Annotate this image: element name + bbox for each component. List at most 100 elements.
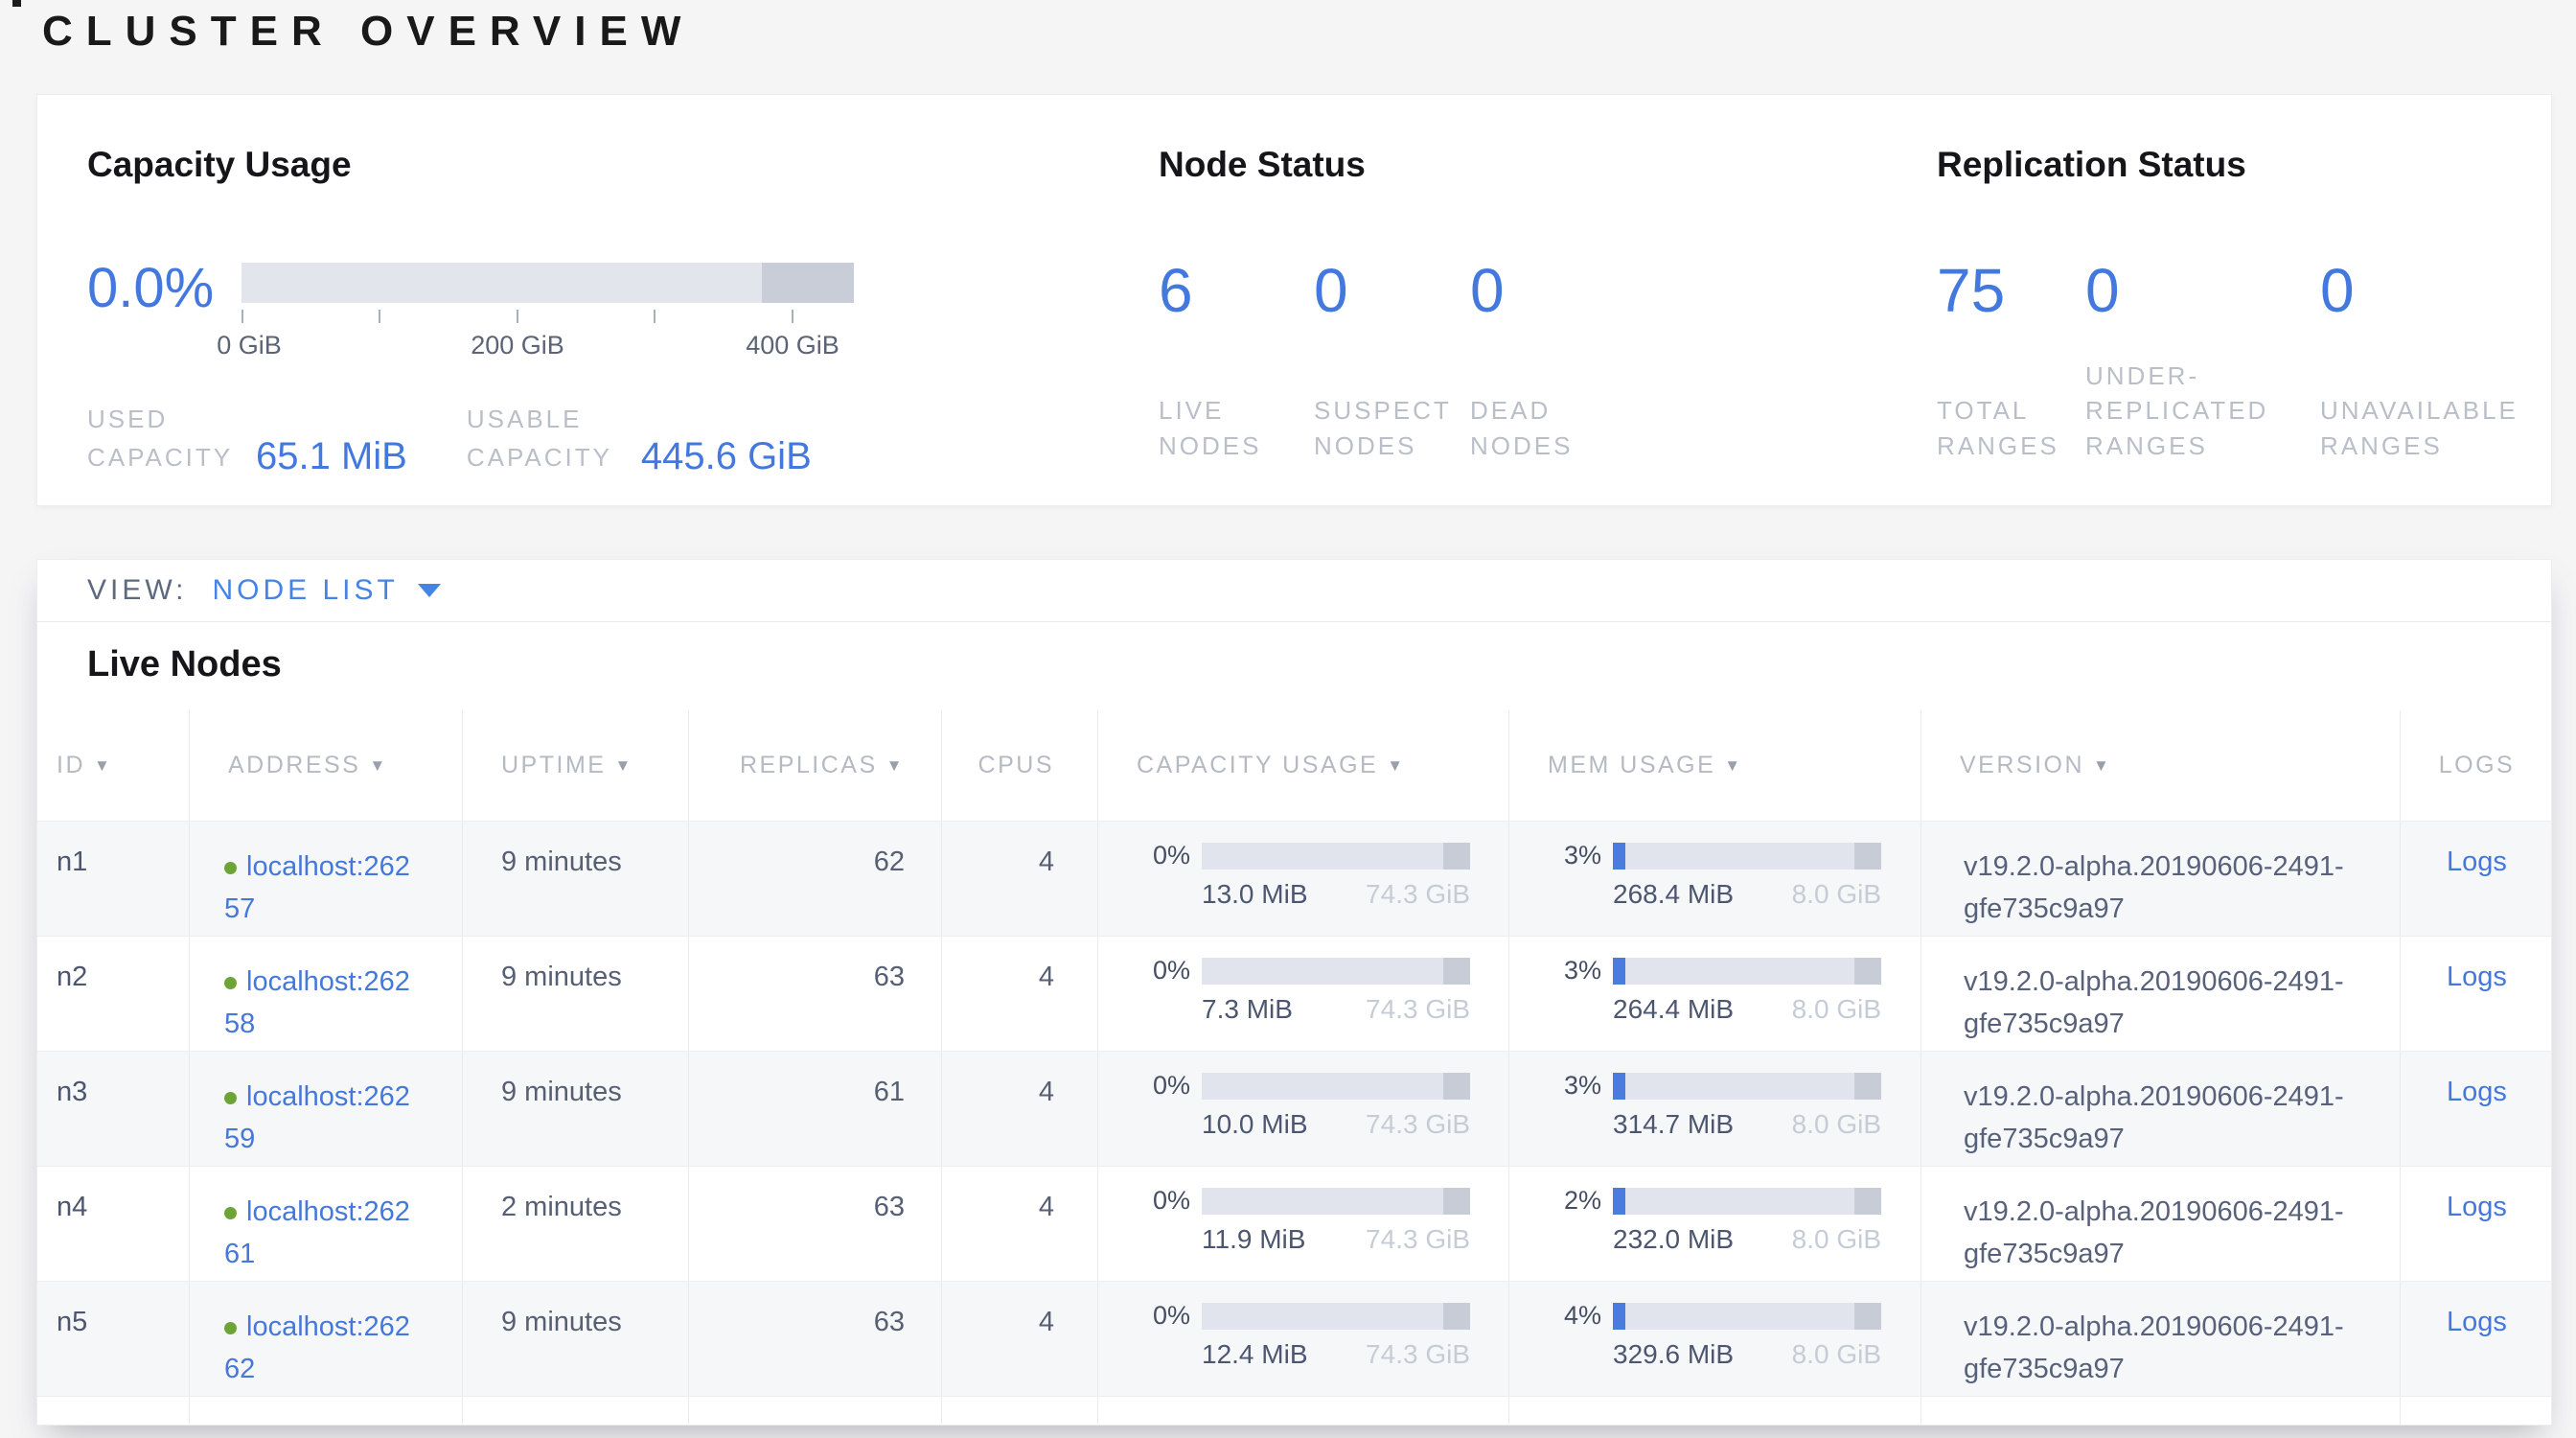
capacity-bar (242, 263, 854, 303)
axis-label: 0 GiB (217, 331, 282, 360)
logs-link[interactable]: Logs (2447, 962, 2507, 992)
live-status-dot-icon (224, 862, 237, 874)
used-capacity-label: USED CAPACITY (87, 400, 242, 477)
view-bar: VIEW: NODE LIST (37, 560, 2551, 622)
node-address-cell: localhost:26259 (190, 1052, 463, 1166)
header-replicas[interactable]: REPLICAS▼ (689, 710, 942, 821)
node-capacity-cell: 0% 13.0 MiB 74.3 GiB (1098, 822, 1509, 936)
node-id: n5 (37, 1282, 190, 1396)
cluster-summary-card: Capacity Usage 0.0% 0 GiB 200 GiB 400 Gi… (36, 94, 2552, 506)
view-dropdown[interactable]: NODE LIST (212, 574, 440, 607)
total-ranges-value: 75 (1937, 260, 2085, 321)
logs-link[interactable]: Logs (2447, 1077, 2507, 1107)
live-nodes-title: Live Nodes (87, 644, 282, 685)
node-status-stats: 6 LIVE NODES 0 SUSPECT NODES 0 DEAD NODE… (1159, 260, 1671, 463)
node-address-cell: localhost:26261 (190, 1167, 463, 1281)
node-cpus: 4 (942, 1167, 1098, 1281)
node-version: v19.2.0-alpha.20190606-2491-gfe735c9a97 (1921, 1167, 2401, 1281)
node-cpus: 4 (942, 937, 1098, 1051)
total-ranges-label: TOTAL RANGES (1937, 393, 2061, 463)
suspect-nodes-label: SUSPECT NODES (1314, 393, 1458, 463)
header-version[interactable]: VERSION▼ (1921, 710, 2401, 821)
node-address-link[interactable]: localhost:26257 (224, 851, 410, 924)
node-capacity-cell: 0% 11.9 MiB 74.3 GiB (1098, 1167, 1509, 1281)
node-mem-cell: 3% 268.4 MiB 8.0 GiB (1509, 822, 1921, 936)
view-label: VIEW: (87, 574, 187, 607)
mem-used: 268.4 MiB (1613, 879, 1734, 910)
logs-link[interactable]: Logs (2447, 1307, 2507, 1337)
capacity-metrics: USED CAPACITY 65.1 MiB USABLE CAPACITY 4… (87, 400, 812, 477)
sort-arrow-icon: ▼ (94, 756, 112, 776)
mem-meter: 3% (1548, 841, 1920, 870)
mem-total: 8.0 GiB (1792, 879, 1881, 910)
axis-label: 200 GiB (471, 331, 564, 360)
node-version: v19.2.0-alpha.20190606-2491-gfe735c9a97 (1921, 1052, 2401, 1166)
live-status-dot-icon (224, 1322, 237, 1334)
under-replicated-ranges-value: 0 (2085, 260, 2320, 321)
node-logs-cell: Logs (2401, 937, 2552, 1051)
node-logs-cell: Logs (2401, 1167, 2552, 1281)
dead-nodes-value: 0 (1470, 260, 1671, 321)
axis-tick (517, 310, 518, 323)
node-address-link[interactable]: localhost:26262 (224, 1311, 410, 1384)
header-id[interactable]: ID▼ (37, 710, 190, 821)
header-capacity-usage[interactable]: CAPACITY USAGE▼ (1098, 710, 1509, 821)
capacity-used-percent: 0.0% (87, 258, 214, 319)
sort-arrow-icon: ▼ (614, 756, 632, 776)
capacity-usage-title: Capacity Usage (87, 145, 352, 185)
stat-total-ranges: 75 TOTAL RANGES (1937, 260, 2085, 463)
axis-tick (242, 310, 243, 323)
node-id: n1 (37, 822, 190, 936)
capacity-usage-panel: Capacity Usage 0.0% 0 GiB 200 GiB 400 Gi… (87, 95, 1122, 505)
usable-capacity-value: 445.6 GiB (641, 437, 812, 475)
node-address-link[interactable]: localhost:26259 (224, 1081, 410, 1154)
node-logs-cell: Logs (2401, 822, 2552, 936)
logs-link[interactable]: Logs (2447, 847, 2507, 877)
capacity-axis-labels: 0 GiB 200 GiB 400 GiB (242, 331, 854, 360)
sort-arrow-icon: ▼ (886, 756, 905, 776)
table-row: n1 localhost:26257 9 minutes 62 4 0% 13.… (37, 821, 2552, 936)
live-nodes-label: LIVE NODES (1159, 393, 1314, 463)
table-row: n5 localhost:26262 9 minutes 63 4 0% 12.… (37, 1281, 2552, 1396)
header-uptime[interactable]: UPTIME▼ (463, 710, 689, 821)
node-capacity-cell: 0% 10.0 MiB 74.3 GiB (1098, 1052, 1509, 1166)
capacity-total: 74.3 GiB (1366, 879, 1470, 910)
replication-status-title: Replication Status (1937, 145, 2246, 185)
header-cpus: CPUS (942, 710, 1098, 821)
used-capacity-value: 65.1 MiB (256, 437, 407, 475)
sort-arrow-icon: ▼ (369, 756, 387, 776)
node-capacity-cell: 0% 12.4 MiB 74.3 GiB (1098, 1282, 1509, 1396)
used-capacity-metric: USED CAPACITY 65.1 MiB (87, 400, 407, 477)
node-status-title: Node Status (1159, 145, 1366, 185)
header-address[interactable]: ADDRESS▼ (190, 710, 463, 821)
node-uptime: 9 minutes (463, 822, 689, 936)
stat-unavailable-ranges: 0 UNAVAILABLE RANGES (2320, 260, 2545, 463)
table-row: n2 localhost:26258 9 minutes 63 4 0% 7.3… (37, 936, 2552, 1051)
table-header-row: ID▼ ADDRESS▼ UPTIME▼ REPLICAS▼ CPUS CAPA… (37, 710, 2552, 821)
node-address-link[interactable]: localhost:26261 (224, 1196, 410, 1269)
page-title: CLUSTER OVERVIEW (42, 8, 694, 56)
chevron-down-icon (418, 584, 441, 597)
node-logs-cell: Logs (2401, 1052, 2552, 1166)
stat-under-replicated-ranges: 0 UNDER-REPLICATED RANGES (2085, 260, 2320, 463)
replication-status-panel: Replication Status 75 TOTAL RANGES 0 UND… (1937, 95, 2550, 505)
header-mem-usage[interactable]: MEM USAGE▼ (1509, 710, 1921, 821)
node-address-link[interactable]: localhost:26258 (224, 966, 410, 1039)
node-status-panel: Node Status 6 LIVE NODES 0 SUSPECT NODES… (1159, 95, 1925, 505)
node-capacity-cell: 0% 7.3 MiB 74.3 GiB (1098, 937, 1509, 1051)
capacity-meter-dark-segment (1443, 843, 1470, 870)
node-cpus: 4 (942, 1052, 1098, 1166)
header-logs: LOGS (2401, 710, 2552, 821)
sort-arrow-icon: ▼ (1387, 756, 1405, 776)
node-id: n2 (37, 937, 190, 1051)
node-address-cell: localhost:26262 (190, 1282, 463, 1396)
logs-link[interactable]: Logs (2447, 1192, 2507, 1222)
node-version: v19.2.0-alpha.20190606-2491-gfe735c9a97 (1921, 822, 2401, 936)
axis-label: 400 GiB (746, 331, 840, 360)
dead-nodes-label: DEAD NODES (1470, 393, 1585, 463)
capacity-axis-ticks (242, 310, 854, 323)
table-row: n4 localhost:26261 2 minutes 63 4 0% 11.… (37, 1166, 2552, 1281)
node-id: n4 (37, 1167, 190, 1281)
replication-status-stats: 75 TOTAL RANGES 0 UNDER-REPLICATED RANGE… (1937, 260, 2545, 463)
usable-capacity-metric: USABLE CAPACITY 445.6 GiB (467, 400, 812, 477)
